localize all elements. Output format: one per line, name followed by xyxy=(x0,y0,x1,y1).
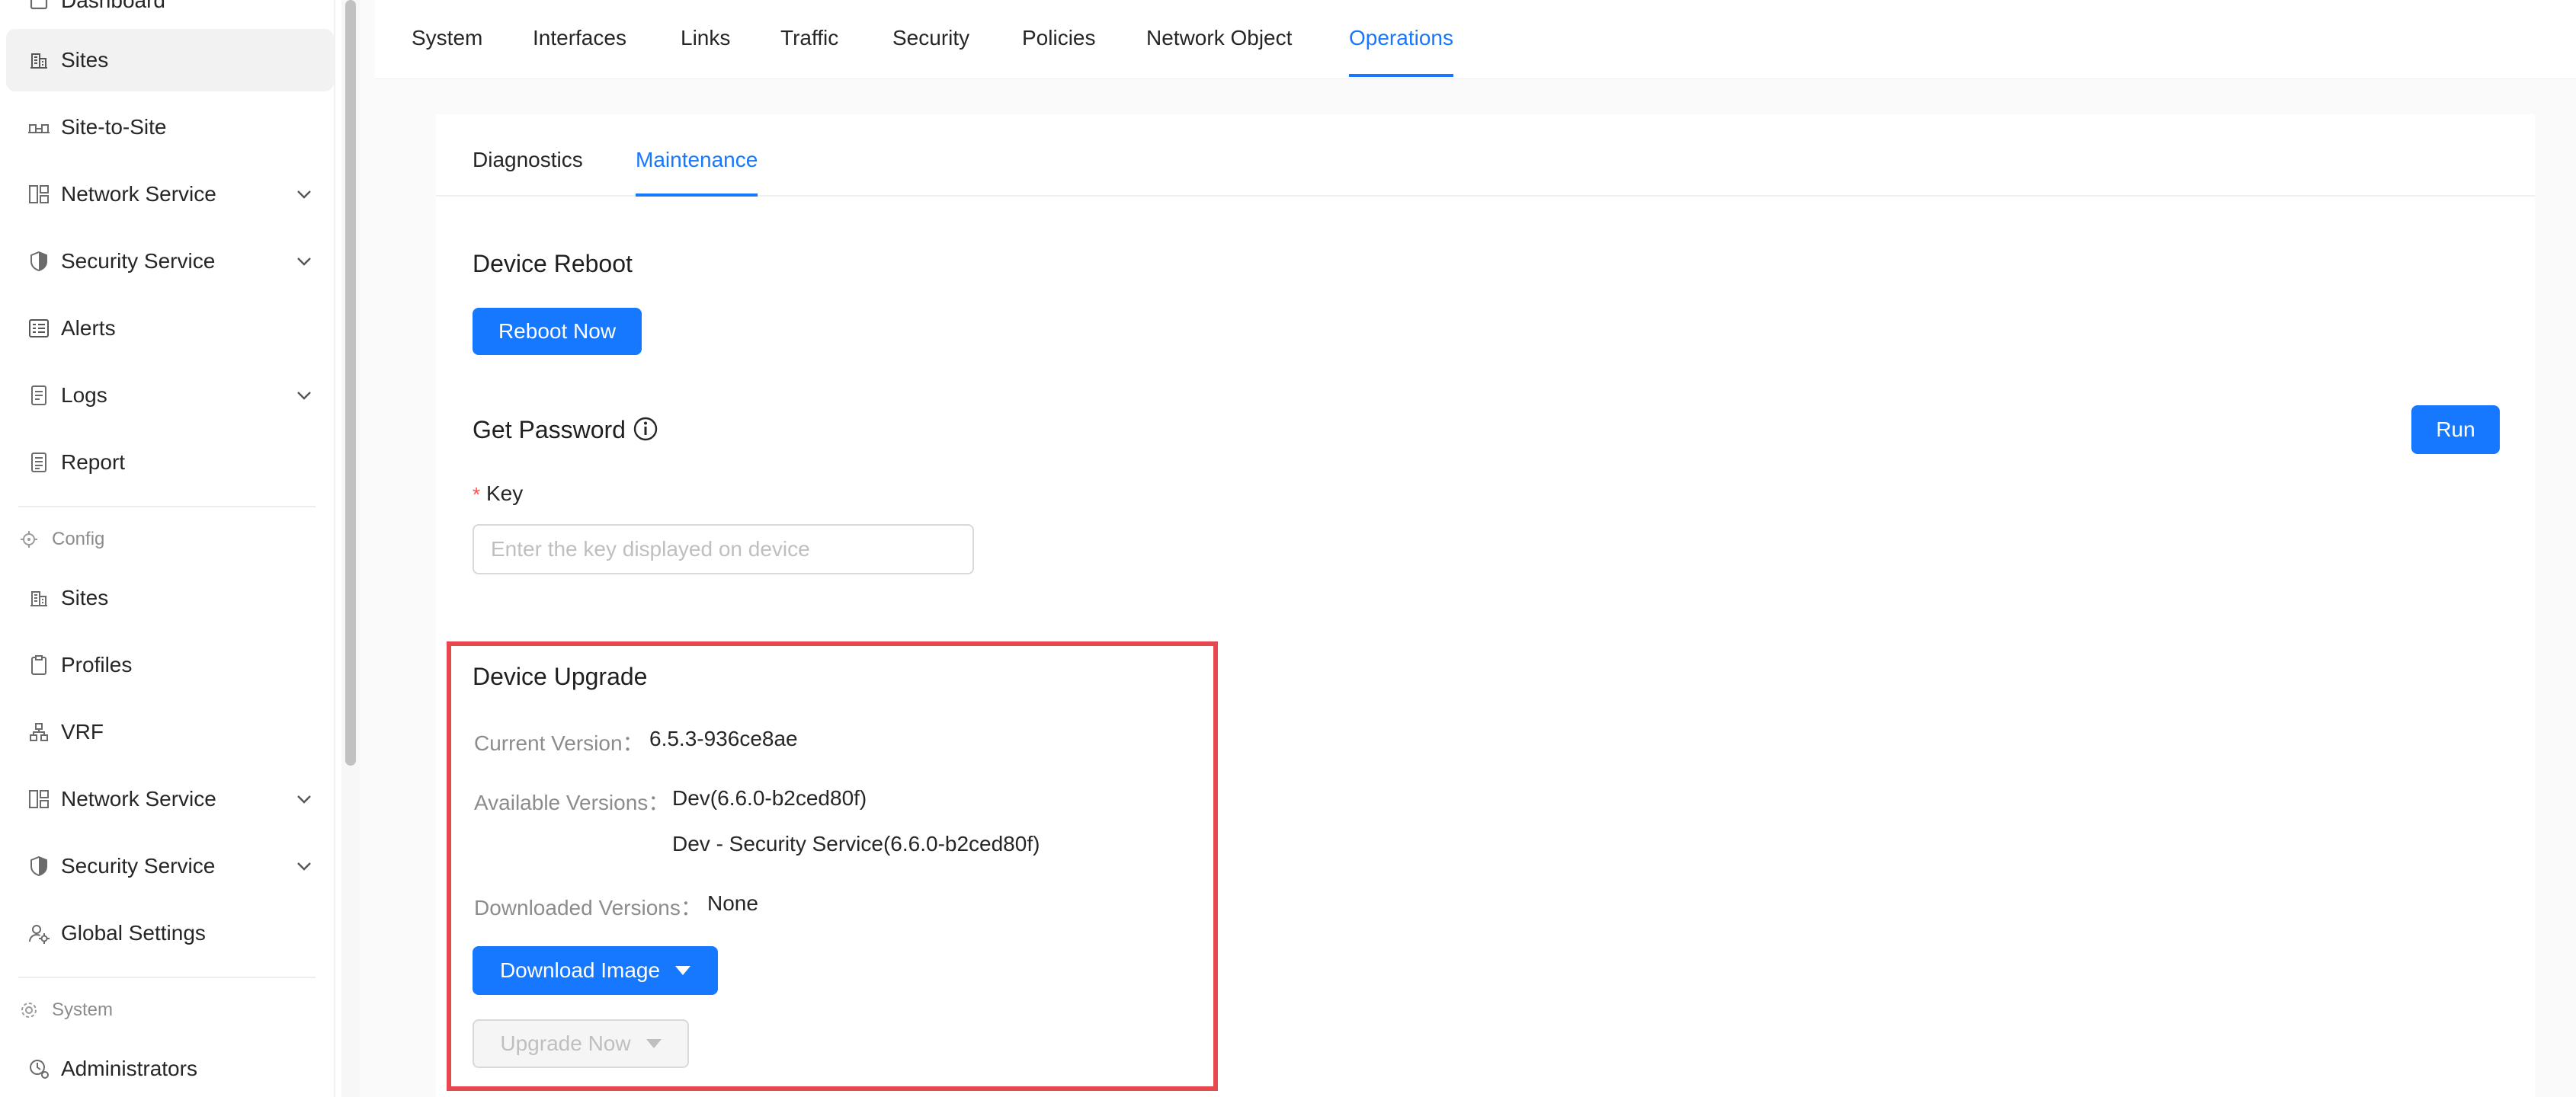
sidebar-divider xyxy=(18,506,316,507)
required-mark: * xyxy=(473,483,481,506)
sidebar-group-label: Config xyxy=(52,529,105,549)
dashboard-icon xyxy=(27,0,50,12)
sidebar: Dashboard Sites Site-to-Site Network Ser… xyxy=(0,0,335,1097)
chevron-down-icon[interactable] xyxy=(294,789,314,809)
sidebar-item-report[interactable]: Report xyxy=(6,431,334,494)
info-icon[interactable] xyxy=(633,416,658,442)
sidebar-group-system: System xyxy=(18,999,113,1021)
sidebar-item-network-service[interactable]: Network Service xyxy=(6,163,334,225)
sidebar-item-label: Site-to-Site xyxy=(61,115,167,139)
shield-icon xyxy=(27,855,50,878)
tab-diagnostics[interactable]: Diagnostics xyxy=(473,148,583,197)
report-icon xyxy=(27,451,50,474)
shield-icon xyxy=(27,250,50,273)
sidebar-item-label: Global Settings xyxy=(61,921,206,945)
tab-network-object[interactable]: Network Object xyxy=(1146,26,1292,76)
sidebar-divider xyxy=(18,977,316,978)
sidebar-item-label: Sites xyxy=(61,586,109,609)
sidebar-item-label: VRF xyxy=(61,720,104,744)
sidebar-item-label: Report xyxy=(61,450,126,474)
tab-interfaces[interactable]: Interfaces xyxy=(533,26,626,76)
chevron-down-icon[interactable] xyxy=(294,856,314,876)
user-settings-icon xyxy=(27,922,50,945)
chevron-down-icon[interactable] xyxy=(294,385,314,405)
reboot-now-button[interactable]: Reboot Now xyxy=(473,308,642,355)
get-password-title: Get Password xyxy=(473,416,626,443)
tab-traffic[interactable]: Traffic xyxy=(780,26,838,76)
sidebar-group-config: Config xyxy=(18,529,104,550)
device-reboot-title: Device Reboot xyxy=(473,250,633,277)
sidebar-item-label: Security Service xyxy=(61,249,216,273)
tab-operations[interactable]: Operations xyxy=(1349,26,1453,77)
building-icon xyxy=(27,587,50,609)
logs-icon xyxy=(27,384,50,407)
site-to-site-icon xyxy=(27,116,50,139)
layout-gutter xyxy=(360,0,375,1097)
vrf-icon xyxy=(27,721,50,744)
top-tab-bar: System Interfaces Links Traffic Security… xyxy=(375,0,2576,79)
clipboard-icon xyxy=(27,654,50,676)
admin-icon xyxy=(27,1057,50,1080)
sidebar-item-administrators[interactable]: Administrators xyxy=(6,1038,334,1097)
app-root: Dashboard Sites Site-to-Site Network Ser… xyxy=(0,0,2576,1097)
sidebar-item-profiles[interactable]: Profiles xyxy=(6,634,334,696)
network-service-icon xyxy=(27,788,50,811)
sidebar-item-sites[interactable]: Sites xyxy=(6,29,334,91)
sidebar-item-label: Network Service xyxy=(61,182,216,206)
network-service-icon xyxy=(27,183,50,206)
sidebar-item-global-settings[interactable]: Global Settings xyxy=(6,902,334,964)
tab-links[interactable]: Links xyxy=(681,26,730,76)
tab-security[interactable]: Security xyxy=(892,26,969,76)
sidebar-item-label: Administrators xyxy=(61,1057,197,1080)
sidebar-item-label: Sites xyxy=(61,48,109,72)
tab-maintenance[interactable]: Maintenance xyxy=(636,148,758,197)
config-icon xyxy=(18,529,40,550)
sidebar-item-alerts[interactable]: Alerts xyxy=(6,297,334,360)
sidebar-item-label: Network Service xyxy=(61,787,216,811)
sidebar-item-config-network-service[interactable]: Network Service xyxy=(6,768,334,830)
sidebar-item-label: Logs xyxy=(61,383,107,407)
sidebar-item-vrf[interactable]: VRF xyxy=(6,701,334,763)
run-button[interactable]: Run xyxy=(2411,405,2500,454)
sidebar-item-site-to-site[interactable]: Site-to-Site xyxy=(6,96,334,158)
chevron-down-icon[interactable] xyxy=(294,251,314,271)
sidebar-item-security-service[interactable]: Security Service xyxy=(6,230,334,293)
sidebar-item-label: Alerts xyxy=(61,316,116,340)
sidebar-item-dashboard[interactable]: Dashboard xyxy=(6,0,334,32)
sidebar-scrollbar-thumb[interactable] xyxy=(345,0,356,766)
sidebar-group-label: System xyxy=(52,999,114,1020)
alerts-icon xyxy=(27,317,50,340)
sidebar-item-label: Profiles xyxy=(61,653,133,676)
device-upgrade-highlight xyxy=(447,641,1218,1091)
sidebar-item-config-sites[interactable]: Sites xyxy=(6,567,334,629)
sidebar-item-config-security-service[interactable]: Security Service xyxy=(6,835,334,897)
sidebar-item-label: Security Service xyxy=(61,854,216,878)
sidebar-item-label: Dashboard xyxy=(61,0,165,12)
tab-policies[interactable]: Policies xyxy=(1022,26,1095,76)
key-input[interactable] xyxy=(473,524,974,574)
sub-tab-bar: Diagnostics Maintenance xyxy=(436,114,2535,197)
tab-system[interactable]: System xyxy=(412,26,482,76)
key-label: Key xyxy=(486,481,524,505)
chevron-down-icon[interactable] xyxy=(294,184,314,204)
gear-icon xyxy=(18,999,40,1021)
building-icon xyxy=(27,49,50,72)
sidebar-item-logs[interactable]: Logs xyxy=(6,364,334,427)
